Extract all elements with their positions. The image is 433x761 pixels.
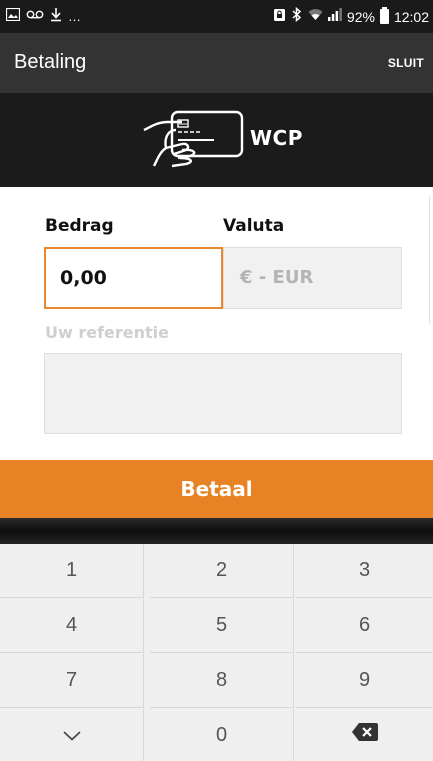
amount-label: Bedrag [45, 216, 114, 236]
key-6[interactable]: 6 [296, 599, 433, 653]
currency-field: € - EUR [223, 247, 402, 309]
amount-input[interactable]: 0,00 [44, 247, 223, 309]
download-icon [50, 7, 62, 26]
backspace-icon [351, 723, 378, 747]
key-0[interactable]: 0 [150, 709, 294, 761]
hide-keypad-button[interactable] [0, 709, 144, 761]
pay-button[interactable]: Betaal [0, 460, 433, 518]
signal-icon [327, 8, 342, 25]
backspace-button[interactable] [296, 709, 433, 761]
app-bar: Betaling SLUIT [0, 33, 433, 93]
currency-label: Valuta [223, 216, 285, 236]
chevron-down-icon [62, 724, 81, 747]
screen-lock-icon [273, 8, 286, 26]
scrollbar [429, 196, 433, 324]
reference-label: Uw referentie [45, 323, 170, 342]
key-2[interactable]: 2 [150, 544, 294, 598]
status-bar: … 92% 12:02 [0, 0, 433, 33]
brand-banner: WCP [0, 93, 433, 187]
numeric-keypad: 1 2 3 4 5 6 7 8 9 0 [0, 544, 433, 761]
key-4[interactable]: 4 [0, 599, 144, 653]
key-1[interactable]: 1 [0, 544, 144, 598]
brand-name: WCP [250, 126, 303, 150]
key-9[interactable]: 9 [296, 654, 433, 708]
bluetooth-icon [291, 6, 303, 26]
wifi-icon [308, 8, 323, 25]
key-3[interactable]: 3 [296, 544, 433, 598]
page-title: Betaling [14, 51, 87, 73]
clock: 12:02 [393, 8, 429, 25]
battery-percent: 92% [346, 8, 375, 25]
key-5[interactable]: 5 [150, 599, 294, 653]
reference-input[interactable] [44, 353, 402, 434]
voicemail-icon [26, 8, 44, 25]
battery-icon [379, 7, 389, 24]
key-7[interactable]: 7 [0, 654, 144, 708]
amount-value: 0,00 [60, 267, 107, 289]
notification-overflow: … [68, 8, 81, 24]
currency-value: € - EUR [240, 267, 314, 288]
keypad-divider [0, 518, 433, 544]
image-icon [5, 7, 21, 25]
card-payment-hand-icon [142, 108, 246, 170]
close-button[interactable]: SLUIT [388, 56, 424, 70]
key-8[interactable]: 8 [150, 654, 294, 708]
